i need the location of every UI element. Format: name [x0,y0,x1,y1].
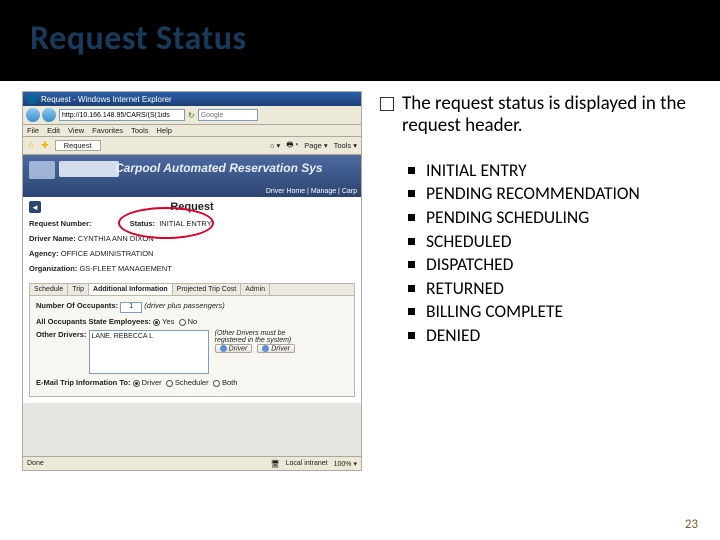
browser-screenshot: Request - Windows Internet Explorer ↻ Fi… [22,91,362,471]
driver-name-label: Driver Name: [29,234,76,243]
explanation-column: The request status is displayed in the r… [380,91,698,471]
lead-paragraph: The request status is displayed in the r… [380,93,698,137]
radio-yes[interactable] [153,319,160,326]
other-drivers-label: Other Drivers: [36,330,86,339]
refresh-icon[interactable]: ↻ [188,111,195,120]
page-number: 23 [685,517,698,532]
lead-text: The request status is displayed in the r… [402,93,698,137]
menu-edit[interactable]: Edit [47,126,60,135]
ie-address-bar: ↻ [23,106,361,125]
driver-name-value: CYNTHIA ANN DIXON [78,234,154,243]
tab-request[interactable]: Request [55,140,101,151]
checkbox-bullet-icon [380,97,394,111]
org-value: GS-FLEET MANAGEMENT [79,264,171,273]
other-drivers-list[interactable]: LANE, REBECCA L [89,330,209,374]
ie-titlebar: Request - Windows Internet Explorer [23,92,361,106]
other-drivers-note: (Other Drivers must be registered in the… [215,330,305,353]
remove-driver-button[interactable]: Driver [257,344,295,353]
add-favorite-icon[interactable]: ✚ [41,140,49,151]
employees-label: All Occupants State Employees: [36,317,151,326]
status-zoom[interactable]: 100% ▾ [334,460,357,468]
driver-icon [220,345,227,352]
radio-scheduler[interactable] [166,380,173,387]
tab-schedule[interactable]: Schedule [30,284,68,295]
window-title: Request - Windows Internet Explorer [41,95,172,104]
status-item: INITIAL ENTRY [408,159,698,183]
add-driver-button[interactable]: Driver [215,344,253,353]
agency-value: OFFICE ADMINISTRATION [61,249,154,258]
tab-projected-cost[interactable]: Projected Trip Cost [173,284,242,295]
status-item: DENIED [408,324,698,348]
status-done: Done [27,460,44,467]
radio-both[interactable] [213,380,220,387]
org-label: Organization: [29,264,77,273]
ie-toolbar: ☆ ✚ Request ⌂ ▾ 🖶 ▾ Page ▾ Tools ▾ [23,137,361,155]
menu-help[interactable]: Help [157,126,172,135]
banner-title: Carpool Automated Reservation Sys [115,161,323,175]
menu-view[interactable]: View [68,126,84,135]
status-item: SCHEDULED [408,230,698,254]
tab-strip: Schedule Trip Additional Information Pro… [29,283,355,296]
tools-menu[interactable]: Tools ▾ [334,141,357,150]
agency-label: Agency: [29,249,59,258]
ie-icon [27,94,37,104]
tab-additional-info[interactable]: Additional Information [89,284,173,295]
page-back-icon[interactable]: ◄ [29,201,41,213]
occupants-input[interactable]: 1 [120,302,142,313]
favorites-icon[interactable]: ☆ [27,140,35,151]
back-button[interactable] [26,108,40,122]
slide-title: Request Status [30,18,690,59]
menu-tools[interactable]: Tools [131,126,149,135]
radio-driver[interactable] [133,380,140,387]
form-panel: Number Of Occupants: 1 (driver plus pass… [29,296,355,397]
occupants-hint: (driver plus passengers) [144,301,224,310]
status-item: PENDING RECOMMENDATION [408,182,698,206]
status-item: BILLING COMPLETE [408,300,698,324]
search-input[interactable] [198,109,258,121]
home-button[interactable]: ⌂ ▾ [270,141,280,150]
status-label: Status: [130,219,155,228]
page-menu[interactable]: Page ▾ [304,141,327,150]
print-button[interactable]: 🖶 ▾ [286,139,298,152]
app-banner: Carpool Automated Reservation Sys Driver… [23,155,361,197]
status-item: RETURNED [408,277,698,301]
slide-title-bar: Request Status [0,0,720,81]
occupants-label: Number Of Occupants: [36,301,118,310]
url-input[interactable] [59,109,185,121]
status-value: INITIAL ENTRY [159,219,212,228]
zone-icon: 🖥 [271,460,280,468]
status-list: INITIAL ENTRY PENDING RECOMMENDATION PEN… [408,159,698,348]
status-zone: Local intranet [286,460,328,467]
tab-trip[interactable]: Trip [68,284,89,295]
menu-favorites[interactable]: Favorites [92,126,123,135]
app-page: ◄ Request Request Number: Status: INITIA… [23,197,361,403]
cars-image [59,161,119,177]
menu-file[interactable]: File [27,126,39,135]
status-item: PENDING SCHEDULING [408,206,698,230]
ie-menu-bar: File Edit View Favorites Tools Help [23,125,361,137]
driver-icon [262,345,269,352]
forward-button[interactable] [42,108,56,122]
page-heading: Request [170,201,231,213]
state-seal-image [29,161,55,179]
status-item: DISPATCHED [408,253,698,277]
request-number-label: Request Number: [29,219,92,228]
email-to-label: E-Mail Trip Information To: [36,378,130,387]
banner-nav[interactable]: Driver Home | Manage | Carp [266,188,357,195]
slide-content: Request - Windows Internet Explorer ↻ Fi… [0,81,720,471]
radio-no[interactable] [179,319,186,326]
tab-admin[interactable]: Admin [241,284,270,295]
request-number-row: Request Number: Status: INITIAL ENTRY [29,219,355,228]
ie-status-bar: Done 🖥 Local intranet 100% ▾ [23,456,361,470]
